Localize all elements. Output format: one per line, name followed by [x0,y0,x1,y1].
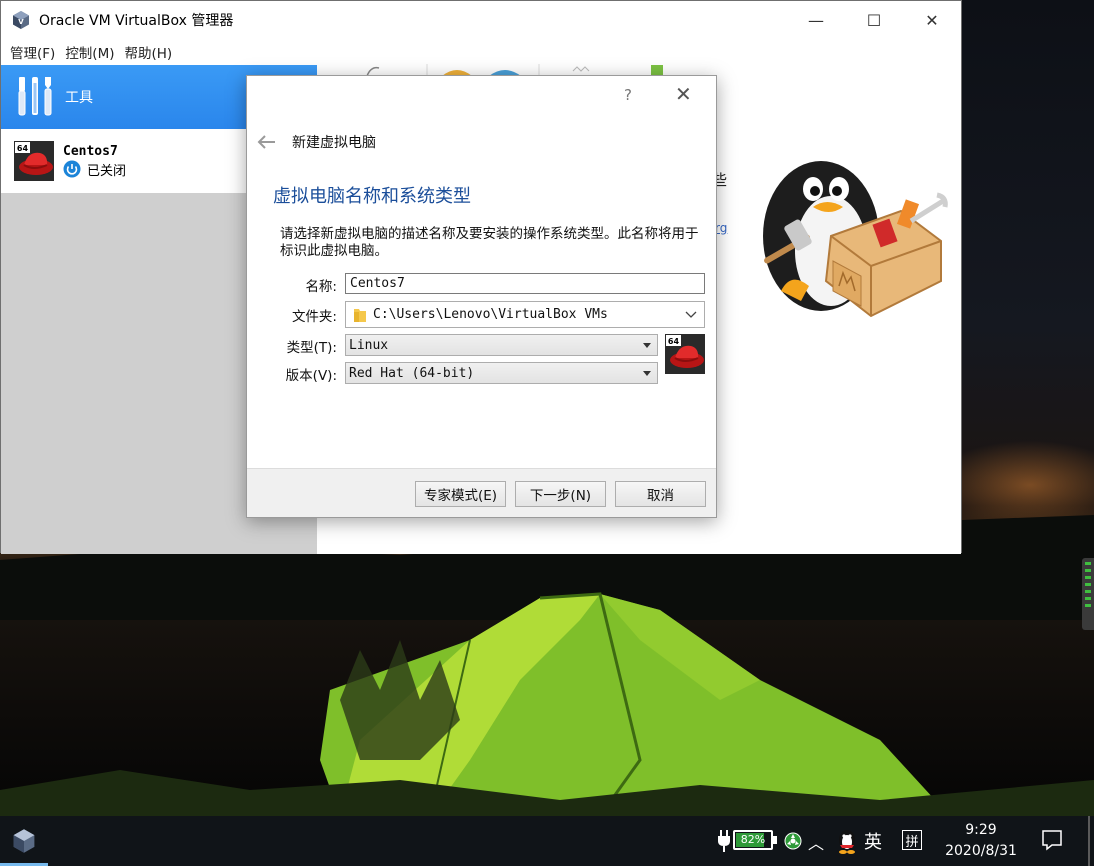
action-center-icon[interactable] [1040,828,1064,852]
menu-machine[interactable]: 控制(M) [60,42,119,62]
desktop-side-widget[interactable] [1082,558,1094,630]
window-title: Oracle VM VirtualBox 管理器 [39,13,234,29]
dropdown-caret-icon [643,370,651,376]
os-version-value: Red Hat (64-bit) [349,365,475,381]
tux-toolbox-mascot [763,161,948,318]
redhat-os-icon: 64 [14,141,54,181]
power-plug-icon[interactable] [716,830,732,852]
battery-percent: 82% [740,833,766,846]
sidebar-item-tools-label: 工具 [65,90,93,106]
name-label: 名称: [305,279,337,295]
taskbar-virtualbox-button[interactable] [0,816,48,866]
create-vm-dialog: ? ✕ 新建虚拟电脑 虚拟电脑名称和系统类型 请选择新虚拟电脑的描述名称及要安装… [246,75,717,518]
os-arch-badge: 64 [668,337,680,346]
os-version-select[interactable]: Red Hat (64-bit) [345,362,658,384]
redhat-os-icon: 64 [665,334,705,374]
os-type-select[interactable]: Linux [345,334,658,356]
dropdown-caret-icon [643,342,651,348]
maximize-button[interactable]: ☐ [845,1,903,39]
clock-time: 9:29 [965,822,997,838]
os-type-value: Linux [349,337,389,353]
show-desktop-button[interactable] [1088,816,1090,866]
dialog-close-button[interactable]: ✕ [675,82,692,106]
dialog-help-button[interactable]: ? [624,86,632,104]
close-button[interactable]: ✕ [903,1,961,39]
powered-off-icon [63,160,81,178]
version-label: 版本(V): [285,368,337,384]
show-hidden-icons-chevron[interactable]: ︿ [808,830,824,854]
battery-terminal [773,836,777,844]
cancel-button[interactable]: 取消 [615,481,706,507]
tools-icon [18,77,52,116]
network-status-icon[interactable] [784,832,802,850]
next-button[interactable]: 下一步(N) [515,481,606,507]
menu-help[interactable]: 帮助(H) [120,42,178,62]
qq-penguin-icon[interactable] [836,828,858,854]
menu-bar: 管理(F) 控制(M) 帮助(H) [1,39,961,65]
dialog-title: 新建虚拟电脑 [292,135,376,151]
type-label: 类型(T): [286,340,337,356]
dialog-button-bar: 专家模式(E) 下一步(N) 取消 [247,468,716,517]
menu-file[interactable]: 管理(F) [5,42,60,62]
virtualbox-logo-icon: V [13,11,29,29]
battery-indicator[interactable]: 82% [733,830,777,850]
page-description: 请选择新虚拟电脑的描述名称及要安装的操作系统类型。此名称将用于标识此虚拟电脑。 [280,226,699,259]
dialog-header: 新建虚拟电脑 [257,132,376,152]
folder-icon [354,308,366,322]
virtualbox-logo-icon [13,829,35,853]
machine-folder-value: C:\Users\Lenovo\VirtualBox VMs [373,307,608,322]
vm-name-input[interactable] [345,273,705,294]
svg-text:V: V [18,18,24,26]
dialog-titlebar[interactable]: ? ✕ [247,76,716,114]
clock-date: 2020/8/31 [945,843,1017,859]
folder-label: 文件夹: [291,309,337,325]
vm-name: Centos7 [63,143,118,159]
page-title: 虚拟电脑名称和系统类型 [273,186,471,207]
expert-mode-button[interactable]: 专家模式(E) [415,481,506,507]
ime-language-indicator[interactable]: 英 [864,828,882,854]
machine-folder-combo[interactable]: C:\Users\Lenovo\VirtualBox VMs [345,301,705,328]
minimize-button[interactable]: — [787,1,845,39]
vm-info: Centos7 已关闭 [63,144,126,179]
windows-taskbar: 82% ︿ 英 拼 9:29 2020/8/31 [0,816,1094,866]
window-titlebar[interactable]: V Oracle VM VirtualBox 管理器 — ☐ ✕ [1,1,961,39]
os-arch-badge: 64 [17,144,29,153]
ime-mode-indicator[interactable]: 拼 [902,830,922,850]
chevron-down-icon [685,311,697,318]
vm-state-label: 已关闭 [87,163,127,179]
taskbar-clock[interactable]: 9:29 2020/8/31 [936,820,1026,862]
back-arrow-icon[interactable] [257,134,277,150]
